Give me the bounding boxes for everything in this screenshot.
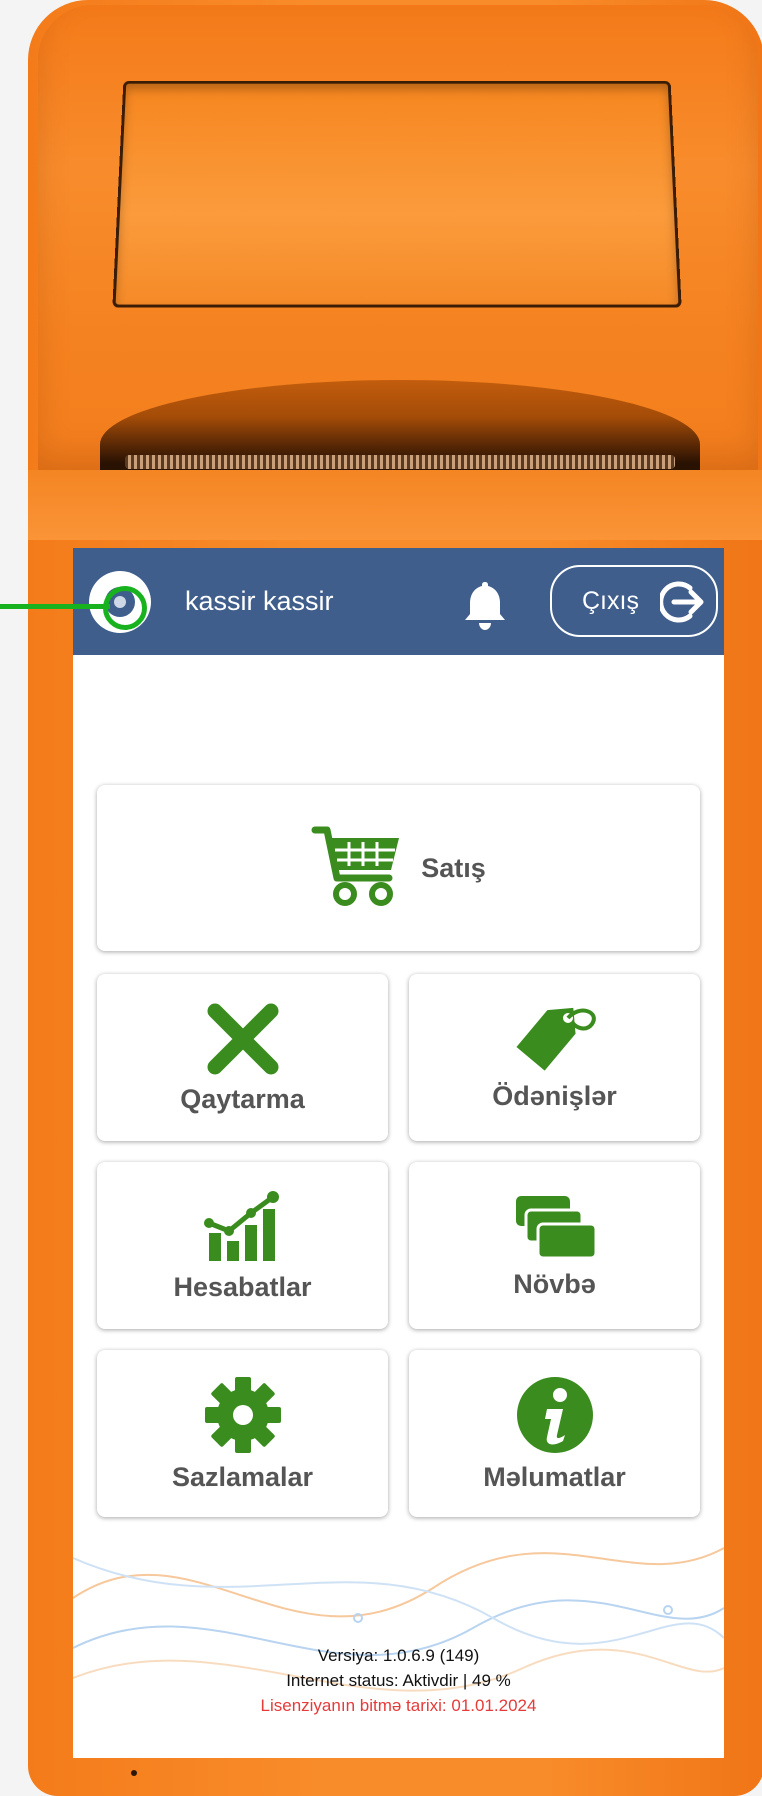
app-screen: kassir kassir Çıxış Satış Qaytarma Ödəni… <box>73 548 724 1758</box>
sales-label: Satış <box>421 852 486 884</box>
reports-label: Hesabatlar <box>173 1271 311 1303</box>
logout-label: Çıxış <box>582 587 639 616</box>
tag-icon <box>510 1004 600 1074</box>
reports-tile[interactable]: Hesabatlar <box>97 1162 388 1329</box>
device-sensor-dot <box>131 1770 137 1776</box>
logout-icon <box>660 579 706 625</box>
bar-chart-icon <box>203 1189 283 1265</box>
printer-lid <box>112 81 681 308</box>
license-expiry-text: Lisenziyanın bitmə tarixi: 01.01.2024 <box>73 1693 724 1718</box>
shopping-cart-icon <box>311 822 403 908</box>
internet-status-text: Internet status: Aktivdir | 49 % <box>73 1668 724 1693</box>
gear-icon <box>203 1375 283 1455</box>
info-icon <box>515 1375 595 1455</box>
device-stage: kassir kassir Çıxış Satış Qaytarma Ödəni… <box>0 0 762 1796</box>
close-icon <box>205 1001 281 1077</box>
returns-tile[interactable]: Qaytarma <box>97 974 388 1141</box>
shift-label: Növbə <box>513 1268 596 1300</box>
logout-button[interactable]: Çıxış <box>550 565 718 637</box>
top-bar: kassir kassir Çıxış <box>73 548 724 655</box>
username-label: kassir kassir <box>185 584 334 618</box>
footer-info: Versiya: 1.0.6.9 (149) Internet status: … <box>73 1643 724 1718</box>
stacked-cards-icon <box>512 1192 598 1262</box>
sales-tile[interactable]: Satış <box>97 785 700 951</box>
returns-label: Qaytarma <box>180 1083 305 1115</box>
bell-icon[interactable] <box>461 578 509 632</box>
payments-tile[interactable]: Ödənişlər <box>409 974 700 1141</box>
version-text: Versiya: 1.0.6.9 (149) <box>73 1643 724 1668</box>
pointer-line <box>0 604 110 609</box>
payments-label: Ödənişlər <box>492 1080 617 1112</box>
paper-teeth <box>125 455 675 469</box>
device-ledge <box>28 470 762 540</box>
shift-tile[interactable]: Növbə <box>409 1162 700 1329</box>
pointer-ring <box>103 586 147 630</box>
